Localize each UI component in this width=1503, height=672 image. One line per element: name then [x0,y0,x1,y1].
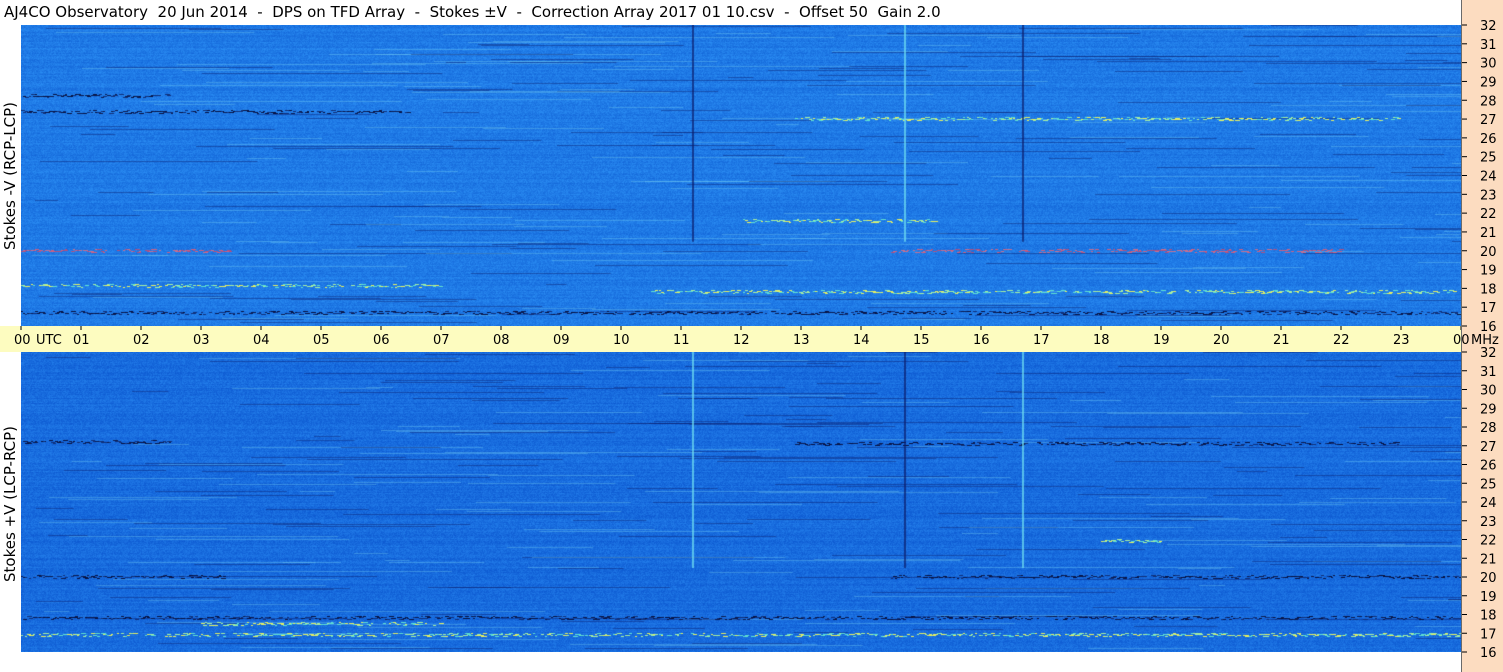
freq-axis-unit: MHz [1471,333,1499,348]
time-tick-label: 14 [853,333,870,348]
freq-tick-label: 25 [1480,151,1497,166]
time-tick-label: 07 [433,333,450,348]
time-tick-label: 08 [493,333,510,348]
freq-tick-label: 31 [1480,38,1497,53]
time-tick-label: 02 [133,333,150,348]
time-tick-label: 19 [1153,333,1170,348]
freq-tick-label: 23 [1480,188,1497,203]
freq-tick-label: 17 [1480,301,1497,316]
time-tick-label: 03 [193,333,210,348]
time-tick-label: 05 [313,333,330,348]
freq-tick-label: 29 [1480,75,1497,90]
freq-tick-label: 20 [1480,245,1497,260]
time-tick-label: 16 [973,333,990,348]
freq-tick-label: 19 [1480,264,1497,279]
frequency-axis-border [1461,0,1462,672]
freq-tick-label: 30 [1480,57,1497,72]
freq-tick-label: 17 [1480,627,1497,642]
freq-tick-label: 28 [1480,94,1497,109]
time-tick-label: 18 [1093,333,1110,348]
freq-tick-label: 19 [1480,590,1497,605]
time-tick-label: 23 [1393,333,1410,348]
time-tick-label: 11 [673,333,690,348]
freq-tick-label: 25 [1480,477,1497,492]
time-tick-label: 20 [1213,333,1230,348]
freq-tick-label: 22 [1480,207,1497,222]
freq-tick-label: 29 [1480,402,1497,417]
time-axis-unit: UTC [36,333,62,348]
freq-tick-label: 28 [1480,421,1497,436]
time-tick-label: 13 [793,333,810,348]
freq-tick-label: 32 [1480,19,1497,34]
freq-tick-label: 23 [1480,515,1497,530]
freq-tick-label: 22 [1480,534,1497,549]
freq-tick-label: 27 [1480,440,1497,455]
time-tick-label: 10 [613,333,630,348]
time-tick-label: 06 [373,333,390,348]
time-tick-label: 04 [253,333,270,348]
freq-tick-label: 26 [1480,132,1497,147]
time-tick-label: 15 [913,333,930,348]
time-tick-label: 22 [1333,333,1350,348]
freq-tick-label: 30 [1480,384,1497,399]
freq-tick-label: 16 [1480,646,1497,661]
time-tick-label: 00 [14,333,31,348]
freq-tick-label: 26 [1480,459,1497,474]
chart-axes: 16 17 18 19 20 21 22 23 24 25 26 27 28 29 30 31 32 16 17 18… [14,19,1499,661]
freq-tick-label: 31 [1480,365,1497,380]
time-tick-label: 17 [1033,333,1050,348]
freq-tick-label: 27 [1480,113,1497,128]
freq-tick-label: 24 [1480,496,1497,511]
time-tick-label: 09 [553,333,570,348]
freq-tick-label: 18 [1480,282,1497,297]
freq-tick-label: 20 [1480,571,1497,586]
freq-tick-label: 32 [1480,346,1497,361]
time-tick-label: 21 [1273,333,1290,348]
time-tick-label: 01 [73,333,90,348]
time-tick-label: 12 [733,333,750,348]
freq-tick-label: 21 [1480,552,1497,567]
freq-tick-label: 18 [1480,609,1497,624]
freq-tick-label: 24 [1480,170,1497,185]
freq-tick-label: 21 [1480,226,1497,241]
